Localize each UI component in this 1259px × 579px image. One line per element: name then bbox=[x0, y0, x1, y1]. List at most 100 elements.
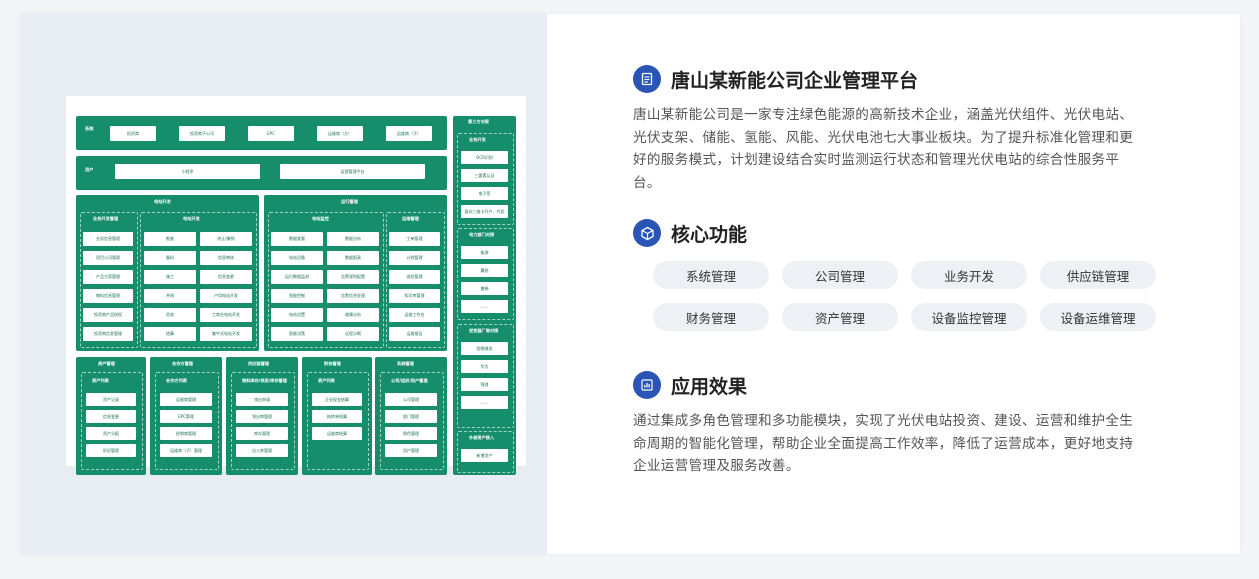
diagram-node: 公司管理 bbox=[385, 393, 437, 406]
diagram-node: 巡检管理 bbox=[389, 270, 440, 284]
diagram-node: 信息审核 bbox=[200, 251, 252, 265]
diagram-node: 工单管理 bbox=[389, 232, 440, 246]
diagram-node: 用户管理 bbox=[385, 444, 437, 457]
diagram-panel: 系统 投资商 投资商子公司 EPC 运维商（方） 运维商（子） 用户 小程序 运营管理平台 电站开… bbox=[20, 14, 547, 554]
diagram-node: 出入库管理 bbox=[236, 444, 288, 457]
diagram-node: 资产分配 bbox=[86, 427, 136, 440]
diagram-node: 并网 bbox=[144, 289, 196, 303]
diagram-label: 供应链管理 bbox=[248, 361, 269, 366]
diagram-node: 运维商结算 bbox=[312, 427, 362, 440]
diagram-node: 电站设置 bbox=[271, 308, 323, 322]
diagram-node: 数据报表 bbox=[327, 251, 379, 265]
diagram-label: 电力部门对接 bbox=[469, 232, 495, 237]
diagram-label: 电站开发 bbox=[154, 199, 171, 204]
diagram-label: 电站监控 bbox=[312, 216, 329, 221]
feature-pill[interactable]: 设备监控管理 bbox=[911, 303, 1027, 331]
effect-description: 通过集成多角色管理和多功能模块，实现了光伏电站投资、建设、运营和维护全生命周期的… bbox=[633, 413, 1134, 474]
diagram-node: 产品方案管理 bbox=[83, 270, 133, 284]
feature-pill[interactable]: 业务开发 bbox=[911, 261, 1027, 289]
diagram-node: 备料 bbox=[144, 251, 196, 265]
diagram-label: 电站开发 bbox=[183, 216, 200, 221]
diagram-node: ...... bbox=[461, 300, 508, 313]
diagram-label: 资产管理 bbox=[98, 361, 115, 366]
diagram-node: 角色管理 bbox=[385, 427, 437, 440]
diagram-node: ...... bbox=[461, 396, 508, 409]
diagram-label: 系统管理 bbox=[397, 361, 414, 366]
diagram-node: 运维工作台 bbox=[389, 308, 440, 322]
diagram-node: 能源 bbox=[461, 246, 508, 259]
diagram-node: 电站设备 bbox=[271, 251, 323, 265]
diagram-node: 勘查 bbox=[144, 232, 196, 246]
diagram-node: 运维报告 bbox=[389, 327, 440, 341]
diagram-label: 运维管理 bbox=[402, 216, 419, 221]
diagram-node: 三要素认证 bbox=[461, 169, 508, 182]
bar-chart-icon bbox=[633, 371, 661, 399]
diagram-node: 领出申请 bbox=[236, 393, 288, 406]
diagram-node: 户用电站开发 bbox=[200, 289, 252, 303]
diagram-node: 经销商管理 bbox=[160, 427, 212, 440]
diagram-node: 部门管理 bbox=[385, 410, 437, 423]
diagram-node: 数据查看 bbox=[271, 232, 323, 246]
diagram-node: 信息变更 bbox=[86, 410, 136, 423]
diagram-node: 华为 bbox=[461, 360, 508, 373]
diagram-node: 信息变更 bbox=[200, 270, 252, 284]
diagram-node: 运维商（子）管理 bbox=[160, 444, 212, 457]
diagram-label: 业务开发管理 bbox=[93, 216, 119, 221]
diagram-node: 数据分析 bbox=[327, 232, 379, 246]
diagram-node: 运营管理平台 bbox=[280, 164, 425, 179]
diagram-label: 财务管理 bbox=[324, 361, 341, 366]
diagram-label: 公司/组织/用户管理 bbox=[391, 378, 428, 383]
diagram-node: 资产记录 bbox=[86, 393, 136, 406]
diagram-label: 合作方管理 bbox=[172, 361, 193, 366]
diagram-node: 业务信息管理 bbox=[83, 232, 133, 246]
diagram-node: 小程序 bbox=[115, 164, 260, 179]
diagram-label: 运行管理 bbox=[341, 199, 358, 204]
diagram-node: 计划管理 bbox=[389, 251, 440, 265]
diagram-node: 故障分析 bbox=[327, 308, 379, 322]
diagram-node: 新增资产 bbox=[461, 449, 508, 462]
feature-pill[interactable]: 公司管理 bbox=[782, 261, 898, 289]
feature-pill[interactable]: 资产管理 bbox=[782, 303, 898, 331]
cube-icon bbox=[633, 219, 661, 247]
diagram-node: 面向三维卡开户、代扣 bbox=[461, 205, 508, 218]
diagram-node: EPC管理 bbox=[160, 410, 212, 423]
diagram-node: 验收 bbox=[144, 308, 196, 322]
diagram-node: 投资商产品授权 bbox=[83, 308, 133, 322]
diagram-label: 合作方列表 bbox=[166, 378, 187, 383]
feature-pill[interactable]: 财务管理 bbox=[653, 303, 769, 331]
feature-pill[interactable]: 系统管理 bbox=[653, 261, 769, 289]
diagram-node: 项目公司管理 bbox=[83, 251, 133, 265]
diagram-node: 远程诊断 bbox=[327, 327, 379, 341]
diagram-node: 集中式电站开发 bbox=[200, 327, 252, 341]
diagram-node: 工商业电站开发 bbox=[200, 308, 252, 322]
effect-heading: 应用效果 bbox=[633, 371, 747, 399]
diagram-node: OCR识别 bbox=[461, 151, 508, 164]
diagram-group-border bbox=[457, 324, 514, 428]
document-icon bbox=[633, 65, 661, 93]
architecture-diagram: 系统 投资商 投资商子公司 EPC 运维商（方） 运维商（子） 用户 小程序 运营管理平台 电站开… bbox=[66, 96, 526, 475]
diagram-node: 智能控制 bbox=[271, 289, 323, 303]
diagram-node: 领出审管理 bbox=[236, 410, 288, 423]
diagram-label: 业务开发 bbox=[469, 137, 486, 142]
feature-pill[interactable]: 设备运维管理 bbox=[1040, 303, 1156, 331]
diagram-label: 资产列表 bbox=[318, 378, 335, 383]
diagram-node: 运维商（子） bbox=[386, 126, 432, 141]
diagram-node: 库存管理 bbox=[236, 427, 288, 440]
diagram-node: 投资商 bbox=[110, 126, 156, 141]
content-card: 系统 投资商 投资商子公司 EPC 运维商（方） 运维商（子） 用户 小程序 运营管理平台 电站开… bbox=[20, 14, 1240, 554]
diagram-node: 物料信息管理 bbox=[83, 289, 133, 303]
diagram-node: 运行数据监测 bbox=[271, 270, 323, 284]
diagram-node: 投资商信息管理 bbox=[83, 327, 133, 341]
diagram-label: 物料库存/领用/库存管理 bbox=[242, 378, 287, 383]
diagram-node: 结转单结算 bbox=[312, 410, 362, 423]
diagram-node: 投资商子公司 bbox=[179, 126, 225, 141]
diagram-node: 告警规则配置 bbox=[327, 270, 379, 284]
diagram-node: 企业现金结算 bbox=[312, 393, 362, 406]
diagram-node: 智能决策 bbox=[271, 327, 323, 341]
diagram-node: 结算 bbox=[144, 327, 196, 341]
diagram-label: 外部资产接入 bbox=[469, 435, 495, 440]
platform-description: 唐山某新能公司是一家专注绿色能源的高新技术企业，涵盖光伏组件、光伏电站、光伏支架… bbox=[633, 107, 1134, 191]
diagram-node: 终止/撤销 bbox=[200, 232, 252, 246]
diagram-label: 逆变器厂商对接 bbox=[469, 328, 499, 333]
feature-pill[interactable]: 供应链管理 bbox=[1040, 261, 1156, 289]
